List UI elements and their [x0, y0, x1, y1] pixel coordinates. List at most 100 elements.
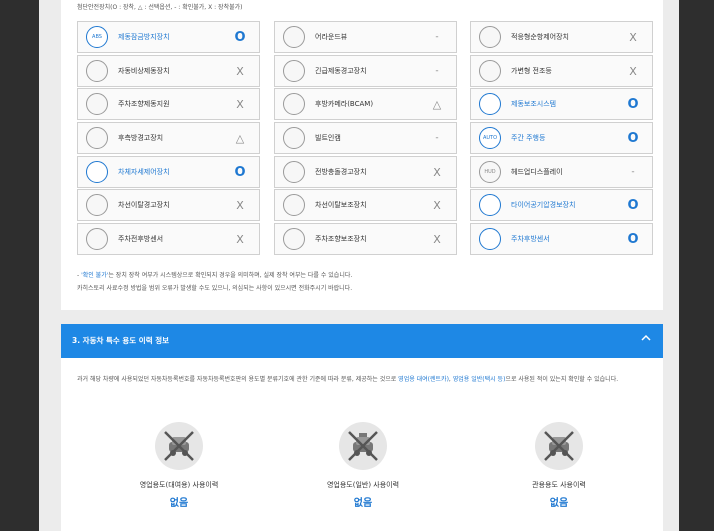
device-row: 후방카메라(BCAM) △ — [274, 88, 457, 121]
emergency-brake-icon — [86, 59, 108, 82]
device-row: 전방충돌경고장치 X — [274, 155, 457, 188]
device-row: 적응형순항제어장치 X — [470, 21, 653, 53]
device-name: 헤드업디스플레이 — [511, 167, 563, 176]
device-row: 긴급제동경고장치 - — [274, 54, 457, 87]
rental-car-icon — [155, 422, 203, 470]
device-row: 차선이탈보조장치 X — [274, 189, 457, 222]
device-status: X — [236, 98, 244, 112]
device-row: 주차후방센서 O — [470, 223, 653, 256]
taxi-icon — [339, 422, 387, 470]
device-row: 자동비상제동장치 X — [77, 54, 260, 87]
device-name: 차선이탈경고장치 — [118, 201, 170, 210]
device-status: X — [236, 199, 244, 213]
abs-icon: ABS — [86, 26, 108, 48]
usage-label: 영업용도(대여용) 사용이력 — [139, 481, 219, 489]
usage-government: 관용용도 사용이력 없음 — [479, 422, 639, 509]
device-row: 후측방경고장치 △ — [77, 122, 260, 155]
device-status: O — [627, 97, 639, 113]
around-view-icon — [283, 26, 305, 48]
device-name: 어라운드뷰 — [315, 33, 348, 41]
device-row: 주차조향보조장치 X — [274, 223, 457, 256]
device-status: O — [627, 232, 639, 248]
adaptive-cruise-icon — [479, 26, 501, 48]
device-name: 주차조향제동지원 — [118, 100, 170, 109]
section-title: 3. 자동차 특수 용도 이력 정보 — [72, 336, 170, 345]
device-column-1: ABS 제동잠금방지장치 O 자동비상제동장치 X 주차조향제동지원 X 후측방경고장치 △ 차체… — [77, 21, 260, 257]
device-row: 주차조향제동지원 X — [77, 88, 260, 121]
device-row: HUD 헤드업디스플레이 - — [470, 155, 653, 188]
device-row: 어라운드뷰 - — [274, 21, 457, 53]
device-row: 가변형 전조등 X — [470, 54, 653, 87]
hud-icon: HUD — [479, 160, 501, 183]
adaptive-headlight-icon — [479, 59, 501, 82]
emergency-warning-icon — [283, 59, 305, 82]
device-row: 빌트인캠 - — [274, 122, 457, 155]
device-name: 차체자세제어장치 — [118, 167, 170, 176]
government-car-icon — [535, 422, 583, 470]
device-name: 빌트인캠 — [315, 134, 341, 143]
special-usage-card: 과거 해당 차량에 사용되었던 자동차등록번호를 자동차등록번호판의 용도별 분… — [61, 358, 663, 531]
usage-label: 관용용도 사용이력 — [532, 481, 586, 489]
device-status: X — [629, 64, 637, 78]
note-line-1: - '확인 불가'는 장치 장착 여부가 시스템상으로 확인되지 경우을 의미하… — [77, 272, 353, 279]
section-description: 과거 해당 차량에 사용되었던 자동차등록번호를 자동차등록번호판의 용도별 분… — [77, 376, 619, 383]
rental-link[interactable]: 영업용 대여(렌트카) — [398, 376, 449, 383]
page-content: 첨단안전장치(O : 장착, △ : 선택옵션, - : 확인불가, X : 장… — [39, 0, 679, 531]
device-name: 제동보조시스템 — [511, 100, 557, 109]
device-status: O — [234, 164, 246, 180]
parking-steer-icon — [86, 93, 108, 116]
parking-assist-icon — [283, 228, 305, 251]
device-row: 제동보조시스템 O — [470, 88, 653, 121]
device-status: - — [631, 166, 635, 177]
taxi-link[interactable]: 영업용 일반(택시 등) — [453, 376, 506, 383]
parking-sensor-icon — [86, 228, 108, 251]
lane-departure-icon — [86, 194, 108, 217]
device-row: ABS 제동잠금방지장치 O — [77, 21, 260, 53]
device-name: 주간 주행등 — [511, 134, 546, 143]
usage-value: 없음 — [169, 498, 189, 509]
device-status: X — [236, 233, 244, 247]
chevron-up-icon[interactable] — [639, 333, 653, 347]
device-status: O — [234, 30, 246, 45]
legend-text: 첨단안전장치(O : 장착, △ : 선택옵션, - : 확인불가, X : 장… — [77, 4, 243, 11]
device-status: X — [629, 31, 637, 44]
device-row: 주차전후방센서 X — [77, 223, 260, 256]
device-name: 주차전후방센서 — [118, 235, 164, 244]
device-name: 주차후방센서 — [511, 235, 550, 244]
device-status: - — [435, 133, 439, 144]
stability-control-icon — [86, 160, 108, 183]
device-name: 제동잠금방지장치 — [118, 33, 170, 41]
device-status: - — [435, 65, 439, 76]
device-name: 타이어공기압경보장치 — [511, 201, 576, 210]
device-name: 가변형 전조등 — [511, 66, 552, 75]
builtin-cam-icon — [283, 127, 305, 150]
tire-pressure-icon — [479, 194, 501, 217]
blind-spot-icon — [86, 127, 108, 150]
device-status: X — [433, 165, 441, 179]
device-row: AUTO 주간 주행등 O — [470, 122, 653, 155]
forward-collision-icon — [283, 160, 305, 183]
device-status: X — [433, 233, 441, 247]
device-name: 주차조향보조장치 — [315, 235, 367, 244]
device-name: 차선이탈보조장치 — [315, 201, 367, 210]
usage-rental: 영업용도(대여용) 사용이력 없음 — [99, 422, 259, 509]
note-highlight: '확인 불가' — [81, 272, 109, 279]
rear-camera-icon — [283, 93, 305, 116]
usage-value: 없음 — [549, 498, 569, 509]
device-name: 전방충돌경고장치 — [315, 167, 367, 176]
note-line-2: 카히스토리 사료수정 방법을 범위 오류가 발생할 수도 있으니, 의심되는 사… — [77, 285, 353, 292]
usage-commercial: 영업용도(일반) 사용이력 없음 — [283, 422, 443, 509]
device-name: 후방카메라(BCAM) — [315, 100, 374, 109]
device-status: X — [236, 64, 244, 78]
device-name: 자동비상제동장치 — [118, 66, 170, 75]
device-status: - — [435, 32, 439, 42]
rear-sensor-icon — [479, 228, 501, 251]
usage-value: 없음 — [353, 498, 373, 509]
device-row: 차선이탈경고장치 X — [77, 189, 260, 222]
usage-label: 영업용도(일반) 사용이력 — [326, 481, 400, 489]
daytime-light-icon: AUTO — [479, 127, 501, 150]
lane-assist-icon — [283, 194, 305, 217]
brake-assist-icon — [479, 93, 501, 116]
device-name: 후측방경고장치 — [118, 134, 164, 143]
special-usage-section-header[interactable]: 3. 자동차 특수 용도 이력 정보 — [61, 324, 663, 358]
